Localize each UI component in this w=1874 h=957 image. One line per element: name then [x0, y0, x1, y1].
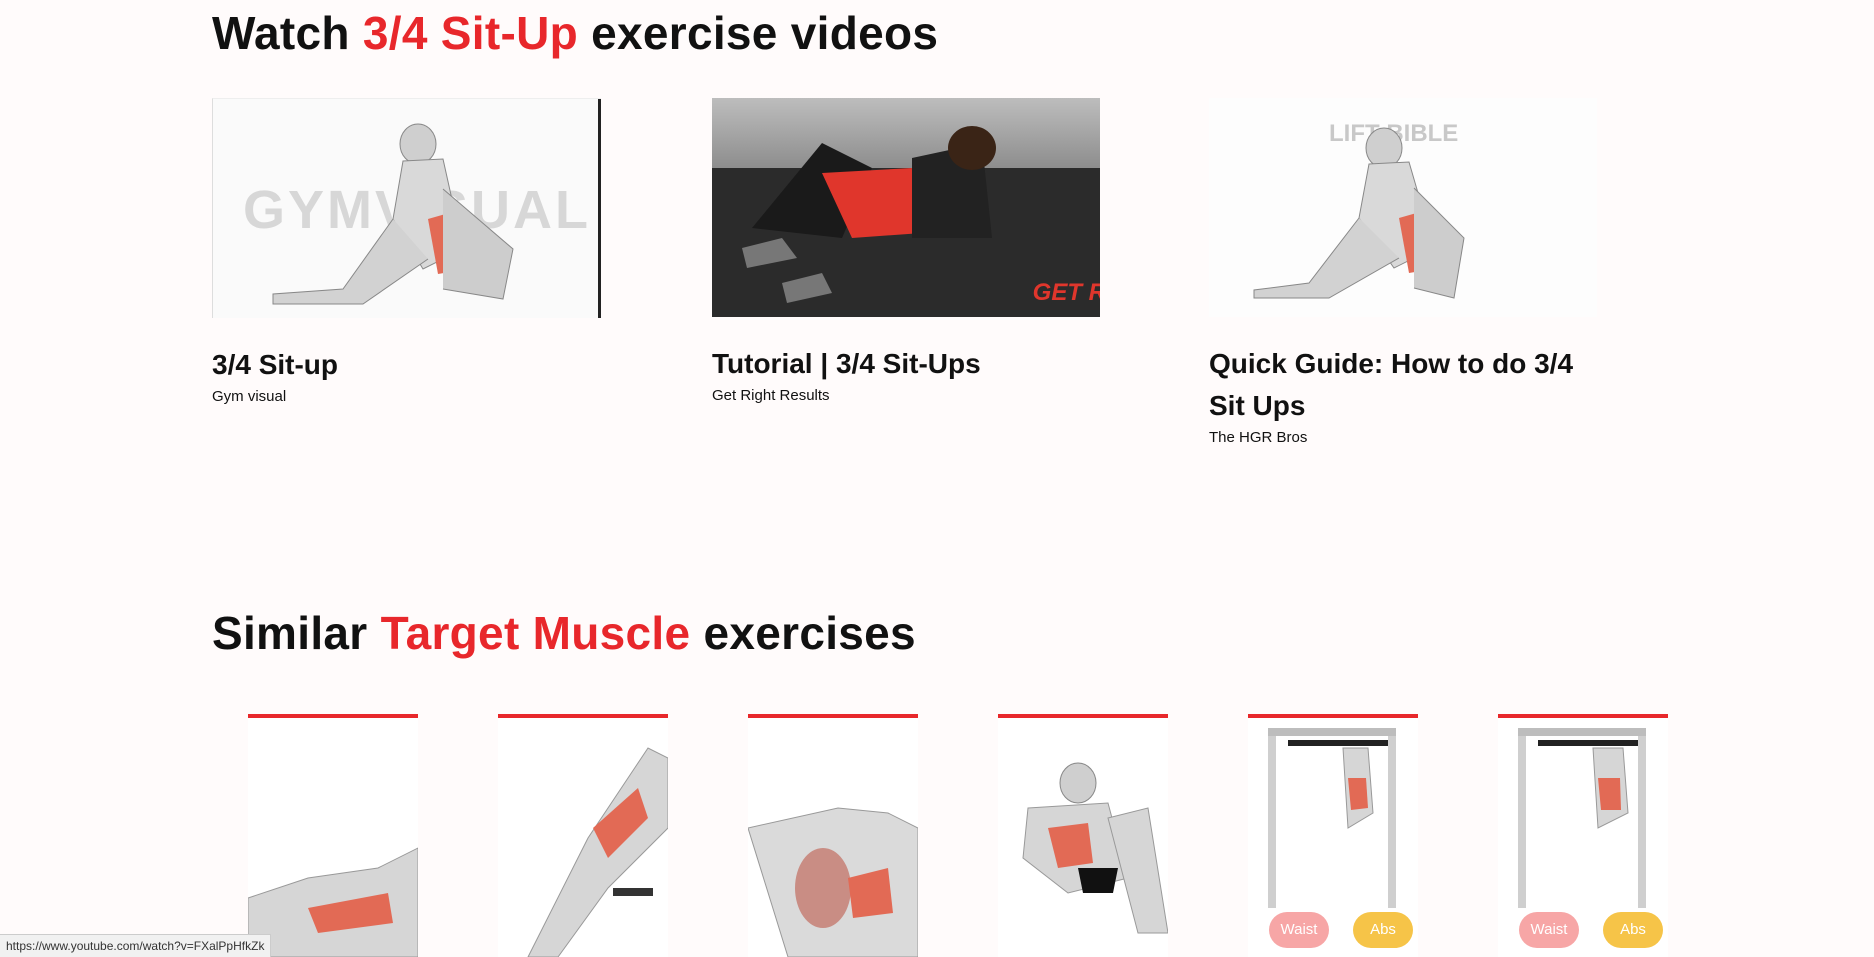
video-watermark-2: GET R: [1032, 279, 1100, 306]
videos-section-title: Watch 3/4 Sit-Up exercise videos: [212, 7, 939, 59]
video-card-2[interactable]: GET R Tutorial | 3/4 Sit-Ups Get Right R…: [712, 98, 1100, 404]
situp-figure-illustration-2: [1253, 127, 1465, 299]
tag-abs[interactable]: Abs: [1603, 912, 1663, 948]
status-bar-url: https://www.youtube.com/watch?v=FXalPpHf…: [0, 934, 272, 957]
video-thumbnail-1[interactable]: GYMVISUAL: [212, 98, 601, 318]
video-channel-2: Get Right Results: [712, 387, 830, 404]
tag-abs[interactable]: Abs: [1353, 912, 1413, 948]
video-thumbnail-2[interactable]: GET R: [712, 98, 1100, 317]
video-card-1[interactable]: GYMVISUAL 3/4 Sit-up Gym visual: [212, 98, 601, 405]
exercise-card-1[interactable]: [248, 714, 418, 957]
exercise-card-2[interactable]: [498, 714, 668, 957]
exercise-illustration-2: [527, 747, 668, 957]
situp-figure-illustration: [272, 123, 514, 305]
video-title-1[interactable]: 3/4 Sit-up: [212, 344, 600, 386]
exercise-illustration-4: [1022, 762, 1168, 934]
video-channel-3: The HGR Bros: [1209, 429, 1308, 446]
video-title-2[interactable]: Tutorial | 3/4 Sit-Ups: [712, 343, 1100, 385]
video-card-3[interactable]: LIFT BIBLE Quick Guide: How to do 3/4 Si…: [1209, 98, 1597, 446]
video-channel-1: Gym visual: [212, 388, 287, 405]
tag-waist[interactable]: Waist: [1269, 912, 1329, 948]
exercise-card-3[interactable]: [748, 714, 918, 957]
tag-waist[interactable]: Waist: [1519, 912, 1579, 948]
video-thumbnail-3[interactable]: LIFT BIBLE: [1209, 98, 1597, 317]
video-title-3[interactable]: Quick Guide: How to do 3/4 Sit Ups: [1209, 343, 1597, 427]
similar-section-title: Similar Target Muscle exercises: [212, 607, 916, 659]
exercise-illustration-3: [748, 807, 918, 957]
exercise-card-4[interactable]: [998, 714, 1168, 957]
exercise-illustration-1: [248, 847, 418, 957]
